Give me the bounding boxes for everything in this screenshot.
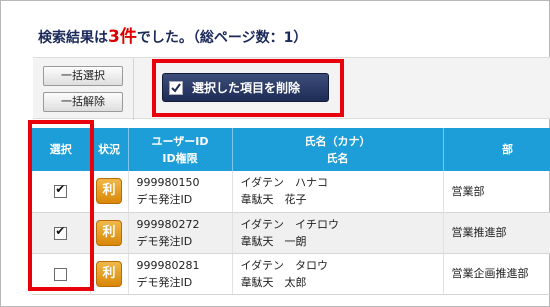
select-all-button[interactable]: 一括選択 bbox=[43, 66, 123, 86]
col-name-header: 氏名（カナ） 氏名 bbox=[232, 128, 444, 171]
user-id: 999980272 bbox=[136, 217, 200, 231]
check-mark-icon: ✔ bbox=[55, 182, 66, 197]
row-select-cell: ✔ bbox=[32, 171, 91, 213]
toolbar-divider bbox=[133, 58, 134, 120]
dept-cell: 営業企画推進部 bbox=[443, 253, 550, 295]
col-status-header: 状況 bbox=[90, 128, 129, 171]
name-cell: イダテン イチロウ 韋駄天 一朗 bbox=[232, 212, 444, 254]
result-prefix: 検索結果は bbox=[38, 30, 108, 46]
user-cell: 999980150 デモ発注ID bbox=[128, 171, 233, 213]
name-kanji: 韋駄天 一朗 bbox=[240, 234, 307, 248]
user-cell: 999980272 デモ発注ID bbox=[128, 212, 233, 254]
name-kana: イダテン イチロウ bbox=[240, 217, 340, 231]
user-role: デモ発注ID bbox=[136, 275, 193, 289]
checkbox-icon bbox=[169, 80, 183, 95]
row-select-cell bbox=[32, 253, 91, 295]
user-id: 999980150 bbox=[136, 176, 200, 190]
dept-cell: 営業部 bbox=[443, 171, 550, 213]
name-kanji: 韋駄天 花子 bbox=[240, 193, 307, 207]
user-id: 999980281 bbox=[136, 258, 200, 272]
user-cell: 999980281 デモ発注ID bbox=[128, 253, 233, 295]
kana-header-label: 氏名（カナ） bbox=[304, 134, 371, 148]
name-kana: イダテン ハナコ bbox=[240, 176, 329, 190]
check-mark-icon: ✔ bbox=[55, 223, 66, 238]
name-header-label: 氏名 bbox=[326, 151, 349, 165]
row-checkbox[interactable]: ✔ bbox=[54, 182, 68, 199]
delete-selected-label: 選択した項目を削除 bbox=[192, 81, 301, 95]
delete-selected-button[interactable]: 選択した項目を削除 bbox=[162, 73, 329, 102]
user-role: デモ発注ID bbox=[136, 193, 193, 207]
status-badge: 利 bbox=[96, 178, 122, 205]
col-user-header: ユーザーID ID権限 bbox=[128, 128, 233, 171]
dept-cell: 営業推進部 bbox=[443, 212, 550, 254]
col-dept-header: 部 bbox=[443, 128, 550, 171]
row-checkbox[interactable]: ✔ bbox=[54, 223, 68, 240]
status-badge: 利 bbox=[96, 219, 122, 246]
col-select-header: 選択 bbox=[32, 128, 91, 171]
result-suffix: でした。（総ページ数：1） bbox=[136, 30, 308, 46]
row-checkbox[interactable] bbox=[54, 267, 68, 281]
name-cell: イダテン タロウ 韋駄天 太郎 bbox=[232, 253, 444, 295]
deselect-all-button[interactable]: 一括解除 bbox=[43, 92, 123, 112]
name-kana: イダテン タロウ bbox=[240, 258, 329, 272]
status-cell: 利 bbox=[90, 171, 129, 213]
table-row: ✔ 利 999980272 デモ発注ID イダテン イチロウ 韋駄天 一朗 営業推進… bbox=[32, 212, 550, 254]
table-row: 利 999980281 デモ発注ID イダテン タロウ 韋駄天 太郎 営業企画推進部 bbox=[32, 253, 550, 295]
user-role: デモ発注ID bbox=[136, 234, 193, 248]
table-row: ✔ 利 999980150 デモ発注ID イダテン ハナコ 韋駄天 花子 営業部 bbox=[32, 171, 550, 213]
user-id-header-label: ユーザーID bbox=[151, 134, 209, 148]
role-header-label: ID権限 bbox=[162, 151, 198, 165]
status-badge: 利 bbox=[96, 260, 122, 287]
status-cell: 利 bbox=[90, 212, 129, 254]
name-kanji: 韋駄天 太郎 bbox=[240, 275, 307, 289]
name-cell: イダテン ハナコ 韋駄天 花子 bbox=[232, 171, 444, 213]
result-summary: 検索結果は3件でした。（総ページ数：1） bbox=[38, 22, 307, 47]
user-table: 選択 状況 ユーザーID ID権限 氏名（カナ） 氏名 部 ✔ 利 99998015… bbox=[32, 128, 550, 295]
table-header-row: 選択 状況 ユーザーID ID権限 氏名（カナ） 氏名 部 bbox=[32, 128, 550, 171]
status-cell: 利 bbox=[90, 253, 129, 295]
result-count: 3件 bbox=[108, 27, 137, 47]
row-select-cell: ✔ bbox=[32, 212, 91, 254]
